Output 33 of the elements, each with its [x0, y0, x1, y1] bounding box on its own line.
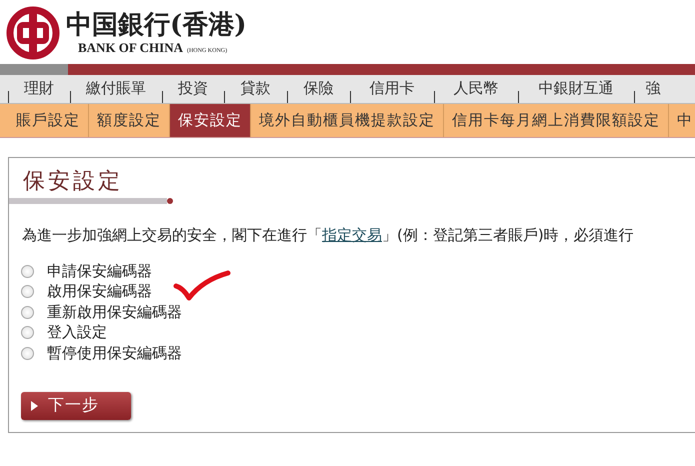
sub-nav-tab[interactable]: 信用卡每月網上消費限額設定	[444, 104, 669, 137]
triangle-icon	[31, 400, 38, 410]
nav-tab[interactable]: 信用卡	[350, 75, 434, 103]
header-bar-segment	[0, 64, 68, 75]
option-label: 重新啟用保安編碼器	[47, 302, 182, 322]
designated-transaction-link[interactable]: 指定交易	[322, 226, 382, 244]
nav-tab[interactable]: 人民幣	[434, 75, 518, 103]
radio-button[interactable]	[21, 346, 34, 360]
panel-title: 保安設定	[23, 168, 123, 196]
bank-logo-icon	[6, 6, 60, 60]
nav-tab[interactable]: 投資	[162, 75, 224, 103]
radio-button[interactable]	[21, 285, 34, 298]
intro-text: 為進一步加強網上交易的安全，閣下在進行「指定交易」(例：登記第三者賬戶)時，必須進行	[22, 226, 635, 245]
option-label: 登入設定	[47, 323, 107, 342]
option-label: 啟用保安編碼器	[47, 282, 152, 302]
option-label: 申請保安編碼器	[47, 262, 152, 281]
sub-nav-tab[interactable]: 境外自動櫃員機提款設定	[251, 104, 444, 137]
radio-button[interactable]	[21, 326, 34, 340]
option-label: 暫停使用保安編碼器	[47, 344, 182, 363]
bank-name: 中国銀行(香港)	[66, 10, 247, 40]
nav-tab[interactable]: 理財	[8, 75, 70, 103]
sub-nav-tab[interactable]: 賬戶設定	[8, 104, 89, 137]
nav-tab[interactable]: 保險	[287, 75, 350, 103]
radio-button[interactable]	[21, 264, 34, 278]
radio-button[interactable]	[21, 306, 34, 319]
nav-tab[interactable]: 貸款	[224, 75, 287, 103]
sub-nav-tab[interactable]: 中	[669, 104, 695, 137]
bank-name-english: BANK OF CHINA	[78, 40, 183, 56]
nav-tab[interactable]: 強	[634, 75, 672, 103]
sub-nav-tab[interactable]: 保安設定	[170, 104, 251, 137]
next-button[interactable]: 下一步	[21, 392, 131, 420]
nav-tab[interactable]: 中銀財互通	[518, 75, 634, 103]
nav-tab[interactable]: 繳付賬單	[70, 75, 162, 103]
